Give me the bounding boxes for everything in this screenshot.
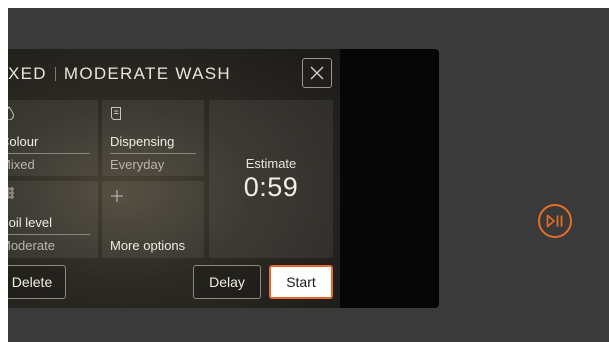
estimate-tile: Estimate 0:59 xyxy=(209,100,333,258)
dispensing-tile[interactable]: Dispensing Everyday xyxy=(102,100,204,176)
play-pause-icon xyxy=(546,214,563,228)
left-border xyxy=(0,0,8,342)
dispenser-icon xyxy=(111,107,121,120)
dispensing-value: Everyday xyxy=(110,157,165,172)
more-options-tile[interactable]: More options xyxy=(102,181,204,258)
dispensing-divider xyxy=(110,153,196,154)
close-button[interactable] xyxy=(302,58,332,88)
program-title-name: MODERATE WASH xyxy=(63,64,231,83)
close-icon xyxy=(310,66,324,80)
colour-tile[interactable]: Colour Mixed xyxy=(8,100,98,176)
delete-button[interactable]: Delete xyxy=(8,265,66,299)
soil-level-divider xyxy=(8,234,90,235)
soil-level-value: Moderate xyxy=(8,238,55,253)
program-title-mode: XED xyxy=(8,64,47,83)
estimate-time: 0:59 xyxy=(243,172,299,202)
dispensing-label: Dispensing xyxy=(110,134,175,149)
soil-level-tile[interactable]: Soil level Moderate xyxy=(8,181,98,258)
program-panel: XED MODERATE WASH Colour Mixed Dispensin… xyxy=(8,49,340,308)
top-border xyxy=(0,0,609,8)
estimate-label: Estimate xyxy=(245,156,297,171)
droplet-icon xyxy=(8,106,15,120)
colour-value: Mixed xyxy=(8,157,35,172)
more-options-label: More options xyxy=(110,238,186,253)
title-separator xyxy=(54,67,56,81)
dots-grid-icon xyxy=(8,187,14,199)
side-display xyxy=(340,49,439,308)
program-title: XED MODERATE WASH xyxy=(8,64,231,84)
plus-icon xyxy=(111,190,123,202)
colour-divider xyxy=(8,153,90,154)
start-button[interactable]: Start xyxy=(269,265,333,299)
play-pause-button[interactable] xyxy=(538,204,572,238)
delay-button[interactable]: Delay xyxy=(193,265,261,299)
soil-level-label: Soil level xyxy=(8,215,53,230)
colour-label: Colour xyxy=(8,134,39,149)
